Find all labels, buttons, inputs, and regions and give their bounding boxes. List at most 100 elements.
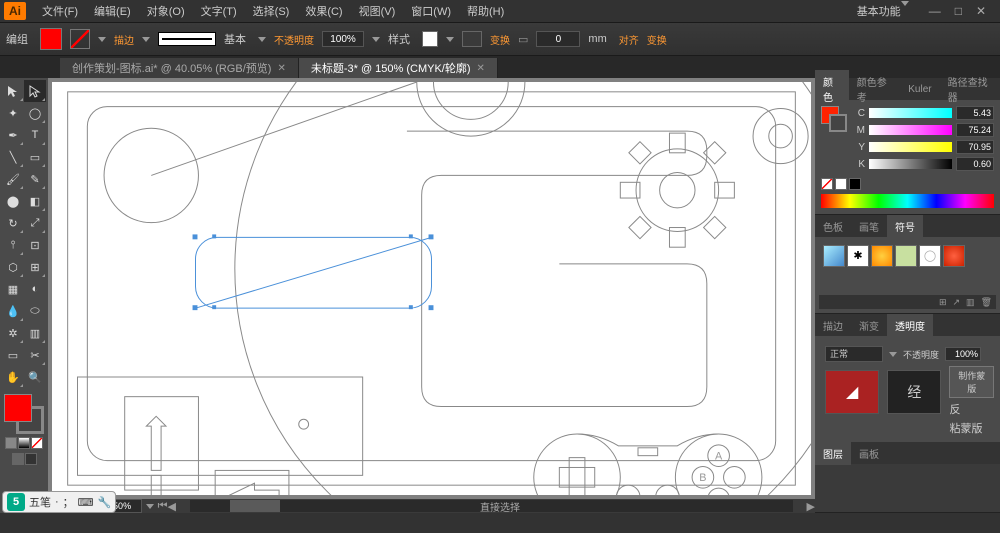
tab-brushes[interactable]: 画笔 (851, 215, 887, 238)
menu-object[interactable]: 对象(O) (139, 0, 193, 22)
symbol-item[interactable]: ✱ (847, 245, 869, 267)
delete-symbol-icon[interactable]: 🗑 (981, 297, 992, 308)
ime-keyboard-icon[interactable]: ⌨ (78, 496, 94, 509)
symbol-item[interactable] (943, 245, 965, 267)
close-button[interactable]: ✕ (976, 4, 986, 18)
spectrum-picker[interactable] (821, 194, 994, 208)
tab-pathfinder[interactable]: 路径查找器 (940, 70, 1000, 108)
black-slider[interactable] (869, 159, 952, 169)
ime-toolbar[interactable]: 5 五笔 · ； ⌨ 🔧 (2, 491, 116, 513)
menu-help[interactable]: 帮助(H) (459, 0, 512, 22)
eyedropper-tool[interactable]: 💧 (2, 300, 24, 322)
color-mode-gradient[interactable] (18, 437, 30, 449)
width-tool[interactable]: ⫯ (2, 234, 24, 256)
paintbrush-tool[interactable]: 🖌 (2, 168, 24, 190)
rectangle-tool[interactable]: ▭ (24, 146, 46, 168)
workspace-switcher[interactable]: 基本功能 (847, 1, 919, 21)
blend-mode-select[interactable]: 正常 (825, 346, 883, 362)
chevron-down-icon[interactable] (889, 352, 897, 357)
stroke-link[interactable]: 描边 (114, 32, 134, 47)
document-tab-1[interactable]: 创作策划-图标.ai* @ 40.05% (RGB/预览)✕ (60, 58, 299, 78)
mesh-tool[interactable]: ▦ (2, 278, 24, 300)
tab-color-guide[interactable]: 颜色参考 (849, 70, 901, 108)
nav-first-icon[interactable]: ⏮ (158, 500, 168, 513)
screen-mode-normal[interactable] (12, 453, 24, 465)
black-input[interactable] (956, 157, 994, 171)
symbol-options-icon[interactable]: ↗ (953, 297, 961, 308)
menu-view[interactable]: 视图(V) (351, 0, 404, 22)
style-swatch[interactable] (422, 31, 438, 47)
yellow-input[interactable] (956, 140, 994, 154)
chevron-down-icon[interactable] (146, 504, 154, 509)
tab-swatches[interactable]: 色板 (815, 215, 851, 238)
ime-settings-icon[interactable]: 🔧 (98, 496, 112, 509)
menu-file[interactable]: 文件(F) (34, 0, 86, 22)
new-symbol-icon[interactable]: ▥ (966, 297, 975, 308)
swatch-dropdown-icon[interactable] (98, 37, 106, 42)
menu-select[interactable]: 选择(S) (245, 0, 298, 22)
blob-brush-tool[interactable]: ⬤ (2, 190, 24, 212)
lasso-tool[interactable]: ◯ (24, 102, 46, 124)
free-transform-tool[interactable]: ⊡ (24, 234, 46, 256)
tab-color[interactable]: 颜色 (815, 70, 849, 108)
magenta-slider[interactable] (869, 125, 952, 135)
none-color-icon[interactable] (821, 178, 833, 190)
tab-transparency[interactable]: 透明度 (887, 314, 933, 337)
horizontal-scrollbar[interactable]: CSX ⤴ ⏮ ◀ 直接选择 ▶ (48, 499, 815, 513)
tab-layers[interactable]: 图层 (815, 442, 851, 465)
tab-stroke[interactable]: 描边 (815, 314, 851, 337)
chevron-down-icon[interactable] (142, 37, 150, 42)
tab-symbols[interactable]: 符号 (887, 215, 923, 238)
shape-builder-tool[interactable]: ⬡ (2, 256, 24, 278)
type-tool[interactable]: T (24, 124, 46, 146)
fill-color-box[interactable] (4, 394, 32, 422)
chevron-down-icon[interactable] (372, 37, 380, 42)
ime-punct-icon[interactable]: ； (63, 494, 74, 510)
rotate-tool[interactable]: ↻ (2, 212, 24, 234)
stroke-style-preview[interactable] (158, 32, 216, 46)
fill-stroke-indicator[interactable] (4, 394, 44, 434)
menu-window[interactable]: 窗口(W) (403, 0, 459, 22)
cyan-input[interactable] (956, 106, 994, 120)
selection-tool[interactable] (2, 80, 24, 102)
color-mode-none[interactable] (31, 437, 43, 449)
slice-tool[interactable]: ✂ (24, 344, 46, 366)
magenta-input[interactable] (956, 123, 994, 137)
color-mode-solid[interactable] (5, 437, 17, 449)
maximize-button[interactable]: □ (955, 4, 962, 18)
pencil-tool[interactable]: ✎ (24, 168, 46, 190)
close-icon[interactable]: ✕ (477, 63, 485, 74)
perspective-grid-tool[interactable]: ⊞ (24, 256, 46, 278)
close-icon[interactable]: ✕ (277, 63, 285, 74)
panel-stroke-swatch[interactable] (829, 114, 847, 132)
hand-tool[interactable]: ✋ (2, 366, 24, 388)
nav-prev-icon[interactable]: ◀ (167, 500, 175, 513)
blend-tool[interactable]: ⬭ (24, 300, 46, 322)
pen-tool[interactable]: ✒ (2, 124, 24, 146)
envelope-value-input[interactable] (536, 31, 580, 47)
menu-edit[interactable]: 编辑(E) (86, 0, 139, 22)
eraser-tool[interactable]: ◧ (24, 190, 46, 212)
symbol-item[interactable] (823, 245, 845, 267)
magic-wand-tool[interactable]: ✦ (2, 102, 24, 124)
mask-preview-target[interactable]: 经 (887, 370, 941, 414)
symbol-item[interactable]: ◯ (919, 245, 941, 267)
align-link[interactable]: 对齐 (619, 32, 639, 47)
nav-next-icon[interactable]: ▶ (807, 500, 815, 513)
symbol-sprayer-tool[interactable]: ✲ (2, 322, 24, 344)
tab-kuler[interactable]: Kuler (900, 80, 939, 99)
document-tab-2[interactable]: 未标题-3* @ 150% (CMYK/轮廓)✕ (299, 58, 498, 78)
make-mask-button[interactable]: 制作蒙版 (949, 366, 994, 398)
scroll-thumb[interactable] (230, 500, 280, 512)
column-graph-tool[interactable]: ▥ (24, 322, 46, 344)
symbol-libraries-icon[interactable]: ⊞ (939, 297, 947, 308)
symbol-item[interactable] (871, 245, 893, 267)
symbol-item[interactable] (895, 245, 917, 267)
menu-effect[interactable]: 效果(C) (297, 0, 350, 22)
envelope-icon[interactable]: ▭ (518, 33, 528, 46)
no-fill-icon[interactable] (70, 29, 90, 49)
direct-selection-tool[interactable] (24, 80, 46, 102)
zoom-tool[interactable]: 🔍 (24, 366, 46, 388)
minimize-button[interactable]: — (929, 4, 941, 18)
yellow-slider[interactable] (869, 142, 952, 152)
